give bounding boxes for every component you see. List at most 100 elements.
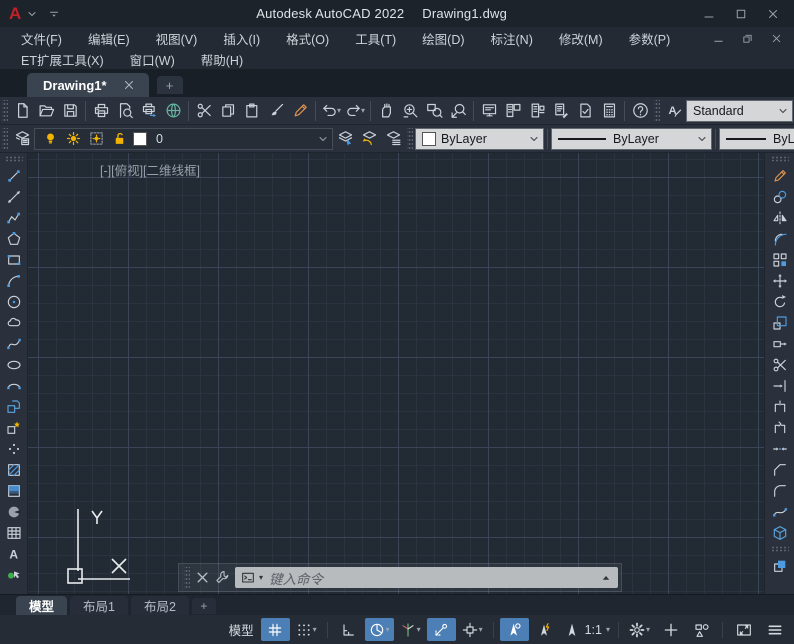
annotation-scale-button[interactable]: 1:1▾ [562, 618, 612, 641]
layer-previous-button[interactable] [357, 127, 381, 151]
stretch-button[interactable] [769, 334, 791, 353]
plot-button[interactable] [89, 99, 113, 123]
menu-modify[interactable]: 修改(M) [546, 29, 616, 48]
draw-order-button[interactable] [769, 556, 791, 575]
table-button[interactable] [3, 523, 25, 542]
drawing-canvas[interactable]: [-][俯视][二维线框] ▾ 键入命令 [28, 153, 764, 594]
grip-handle[interactable] [2, 100, 8, 122]
spline-button[interactable] [3, 334, 25, 353]
menu-insert[interactable]: 插入(I) [210, 29, 273, 48]
polar-tracking-button[interactable]: ▾ [365, 618, 394, 641]
polyline-button[interactable] [3, 208, 25, 227]
zoom-previous-button[interactable] [446, 99, 470, 123]
rotate-button[interactable] [769, 292, 791, 311]
fillet-button[interactable] [769, 481, 791, 500]
extend-button[interactable] [769, 376, 791, 395]
break-at-point-button[interactable] [769, 397, 791, 416]
chevron-down-icon[interactable] [317, 133, 329, 145]
quick-access-customize-icon[interactable] [46, 6, 62, 22]
gradient-button[interactable] [3, 481, 25, 500]
zoom-window-button[interactable] [422, 99, 446, 123]
chevron-down-icon[interactable]: ▾ [646, 625, 650, 634]
make-layer-current-button[interactable] [333, 127, 357, 151]
command-history-up-icon[interactable] [600, 572, 612, 584]
customize-button[interactable] [760, 618, 789, 641]
minimize-button[interactable] [701, 6, 717, 22]
quickcalc-button[interactable] [597, 99, 621, 123]
command-prompt-icon[interactable] [241, 570, 257, 586]
maximize-button[interactable] [733, 6, 749, 22]
chevron-down-icon[interactable] [777, 105, 789, 117]
erase-button[interactable] [769, 166, 791, 185]
create-block-button[interactable] [3, 418, 25, 437]
point-button[interactable] [3, 439, 25, 458]
menu-help[interactable]: 帮助(H) [188, 50, 256, 69]
paste-button[interactable] [240, 99, 264, 123]
help-button[interactable] [628, 99, 652, 123]
grip-handle[interactable] [184, 567, 190, 589]
menu-parametric[interactable]: 参数(P) [616, 29, 684, 48]
markup-set-manager-button[interactable] [573, 99, 597, 123]
zoom-realtime-button[interactable] [398, 99, 422, 123]
menu-edit[interactable]: 编辑(E) [75, 29, 143, 48]
arc-button[interactable] [3, 271, 25, 290]
ellipse-button[interactable] [3, 355, 25, 374]
line-button[interactable] [3, 166, 25, 185]
chevron-down-icon[interactable] [528, 133, 540, 145]
mirror-button[interactable] [769, 208, 791, 227]
object-snap-button[interactable]: ▾ [458, 618, 487, 641]
open-file-button[interactable] [34, 99, 58, 123]
cut-button[interactable] [192, 99, 216, 123]
model-space-button[interactable]: 模型 [224, 618, 259, 641]
command-customize-wrench-icon[interactable] [212, 567, 232, 589]
menu-file[interactable]: 文件(F) [8, 29, 75, 48]
style-combo[interactable]: Standard [686, 100, 793, 122]
workspace-switching-button[interactable]: ▾ [625, 618, 654, 641]
layer-color-swatch[interactable] [133, 132, 147, 146]
join-button[interactable] [769, 439, 791, 458]
layout-tab-model[interactable]: 模型 [16, 596, 67, 615]
grip-handle[interactable] [771, 156, 789, 162]
explode-button[interactable] [769, 523, 791, 542]
designcenter-button[interactable] [501, 99, 525, 123]
crosshair-plus-button[interactable] [656, 618, 685, 641]
scale-button[interactable] [769, 313, 791, 332]
isometric-drafting-button[interactable]: ▾ [396, 618, 425, 641]
copy-object-button[interactable] [769, 187, 791, 206]
pan-button[interactable] [374, 99, 398, 123]
menu-window[interactable]: 窗口(W) [117, 50, 188, 69]
ortho-mode-button[interactable] [334, 618, 363, 641]
chevron-down-icon[interactable]: ▾ [606, 625, 610, 634]
properties-palette-button[interactable] [477, 99, 501, 123]
polygon-button[interactable] [3, 229, 25, 248]
grip-handle[interactable] [2, 128, 8, 150]
layer-unlock-icon[interactable] [110, 129, 129, 148]
grip-handle[interactable] [5, 156, 23, 162]
blend-curves-button[interactable] [769, 502, 791, 521]
autocad-logo[interactable]: A [0, 5, 24, 22]
match-properties-button[interactable] [264, 99, 288, 123]
array-button[interactable] [769, 250, 791, 269]
command-input[interactable]: ▾ 键入命令 [235, 567, 618, 588]
file-tab-close-icon[interactable] [121, 77, 137, 93]
hatch-button[interactable] [3, 460, 25, 479]
doc-restore-button[interactable] [739, 30, 755, 46]
layout-tab-layout2[interactable]: 布局2 [131, 596, 189, 615]
web-button[interactable] [161, 99, 185, 123]
offset-button[interactable] [769, 229, 791, 248]
rectangle-button[interactable] [3, 250, 25, 269]
new-file-button[interactable] [10, 99, 34, 123]
grid-display-button[interactable] [261, 618, 290, 641]
file-tab-drawing1[interactable]: Drawing1* [27, 73, 149, 97]
annotation-visibility-button[interactable] [500, 618, 529, 641]
undo-button[interactable]: ▾ [319, 99, 343, 123]
chevron-down-icon[interactable]: ▾ [386, 625, 390, 634]
menu-view[interactable]: 视图(V) [143, 29, 211, 48]
plot-preview-button[interactable] [113, 99, 137, 123]
doc-close-button[interactable] [768, 30, 784, 46]
circle-button[interactable] [3, 292, 25, 311]
isolate-objects-button[interactable] [687, 618, 716, 641]
chevron-down-icon[interactable]: ▾ [479, 625, 483, 634]
viewport-controls-label[interactable]: [-][俯视][二维线框] [100, 160, 200, 179]
sheet-set-manager-button[interactable] [549, 99, 573, 123]
